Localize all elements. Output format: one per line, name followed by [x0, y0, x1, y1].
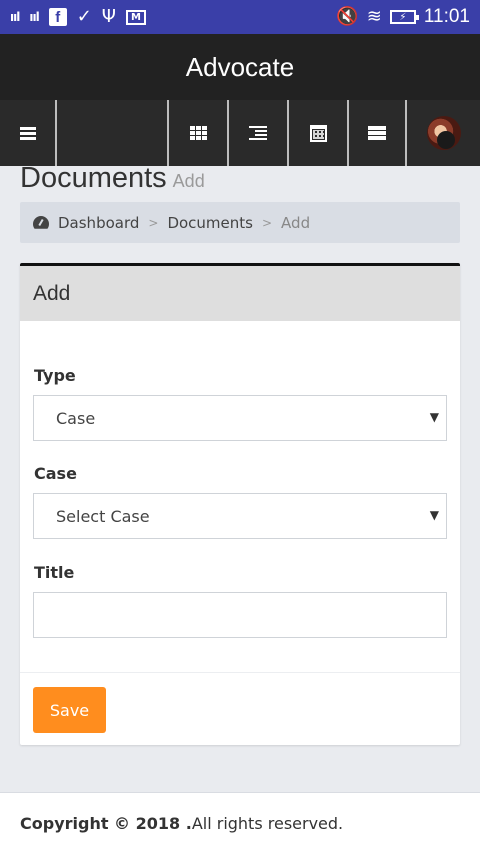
menu-button[interactable]	[0, 100, 57, 166]
chevron-down-icon: ▼	[429, 508, 439, 522]
add-document-card: Add Type Case ▼ Case Select Case ▼ Title…	[20, 263, 460, 745]
save-button[interactable]: Save	[33, 687, 106, 733]
facebook-icon: f	[48, 8, 67, 26]
page-footer: Copyright © 2018 . All rights reserved.	[0, 792, 480, 854]
grid-button[interactable]	[169, 100, 229, 166]
case-label: Case	[34, 464, 77, 483]
card-footer: Save	[20, 672, 460, 748]
breadcrumb-item-add: Add	[281, 213, 311, 232]
status-bar: ııl ııl f ✓ Ψ M 🔇 ≋ ⚡ 11:01	[0, 0, 480, 34]
breadcrumb-item-dashboard[interactable]: Dashboard	[58, 214, 139, 232]
case-select-value: Select Case	[56, 506, 150, 526]
type-label: Type	[34, 366, 76, 385]
list-icon	[368, 126, 386, 140]
check-icon: ✓	[76, 6, 92, 27]
app-title: Advocate	[185, 51, 295, 82]
main-content: Documents Add Dashboard > Documents > Add…	[0, 162, 480, 792]
mail-icon: M	[125, 9, 146, 25]
profile-button[interactable]	[407, 100, 480, 166]
chevron-down-icon: ▼	[429, 410, 439, 424]
type-select-value: Case	[56, 408, 96, 428]
toolbar-spacer	[57, 100, 169, 166]
grid-icon	[189, 126, 207, 140]
type-select[interactable]: Case ▼	[33, 395, 447, 441]
page-title: Documents	[20, 162, 167, 194]
signal-icon: ııl	[10, 10, 20, 24]
status-right: 🔇 ≋ ⚡ 11:01	[336, 6, 470, 28]
usb-icon: Ψ	[101, 6, 116, 27]
case-select[interactable]: Select Case ▼	[33, 493, 447, 539]
calendar-button[interactable]	[289, 100, 349, 166]
wifi-icon: ≋	[366, 6, 382, 27]
avatar	[426, 116, 461, 150]
battery-charging-icon: ⚡	[389, 10, 419, 24]
copyright-text: Copyright © 2018 .	[20, 814, 192, 833]
breadcrumb-separator: >	[148, 215, 159, 230]
page-header: Documents Add	[20, 162, 205, 195]
card-header: Add	[20, 266, 460, 321]
breadcrumb: Dashboard > Documents > Add	[20, 202, 460, 243]
calendar-icon	[309, 124, 327, 142]
indent-button[interactable]	[229, 100, 289, 166]
indent-icon	[249, 126, 267, 140]
clock: 11:01	[423, 6, 470, 27]
title-label: Title	[34, 563, 75, 582]
breadcrumb-item-documents[interactable]: Documents	[167, 214, 253, 232]
dashboard-icon	[33, 216, 49, 229]
mute-icon: 🔇	[336, 6, 359, 27]
app-bar: Advocate	[0, 34, 480, 100]
page-subtitle: Add	[172, 171, 205, 191]
signal-icon: ııl	[29, 10, 39, 24]
status-left: ııl ııl f ✓ Ψ M	[10, 8, 146, 26]
title-input[interactable]	[33, 592, 447, 638]
rights-text: All rights reserved.	[191, 814, 344, 833]
hamburger-menu-icon	[19, 127, 36, 140]
toolbar	[0, 100, 480, 166]
breadcrumb-separator: >	[261, 215, 273, 230]
list-button[interactable]	[349, 100, 407, 166]
